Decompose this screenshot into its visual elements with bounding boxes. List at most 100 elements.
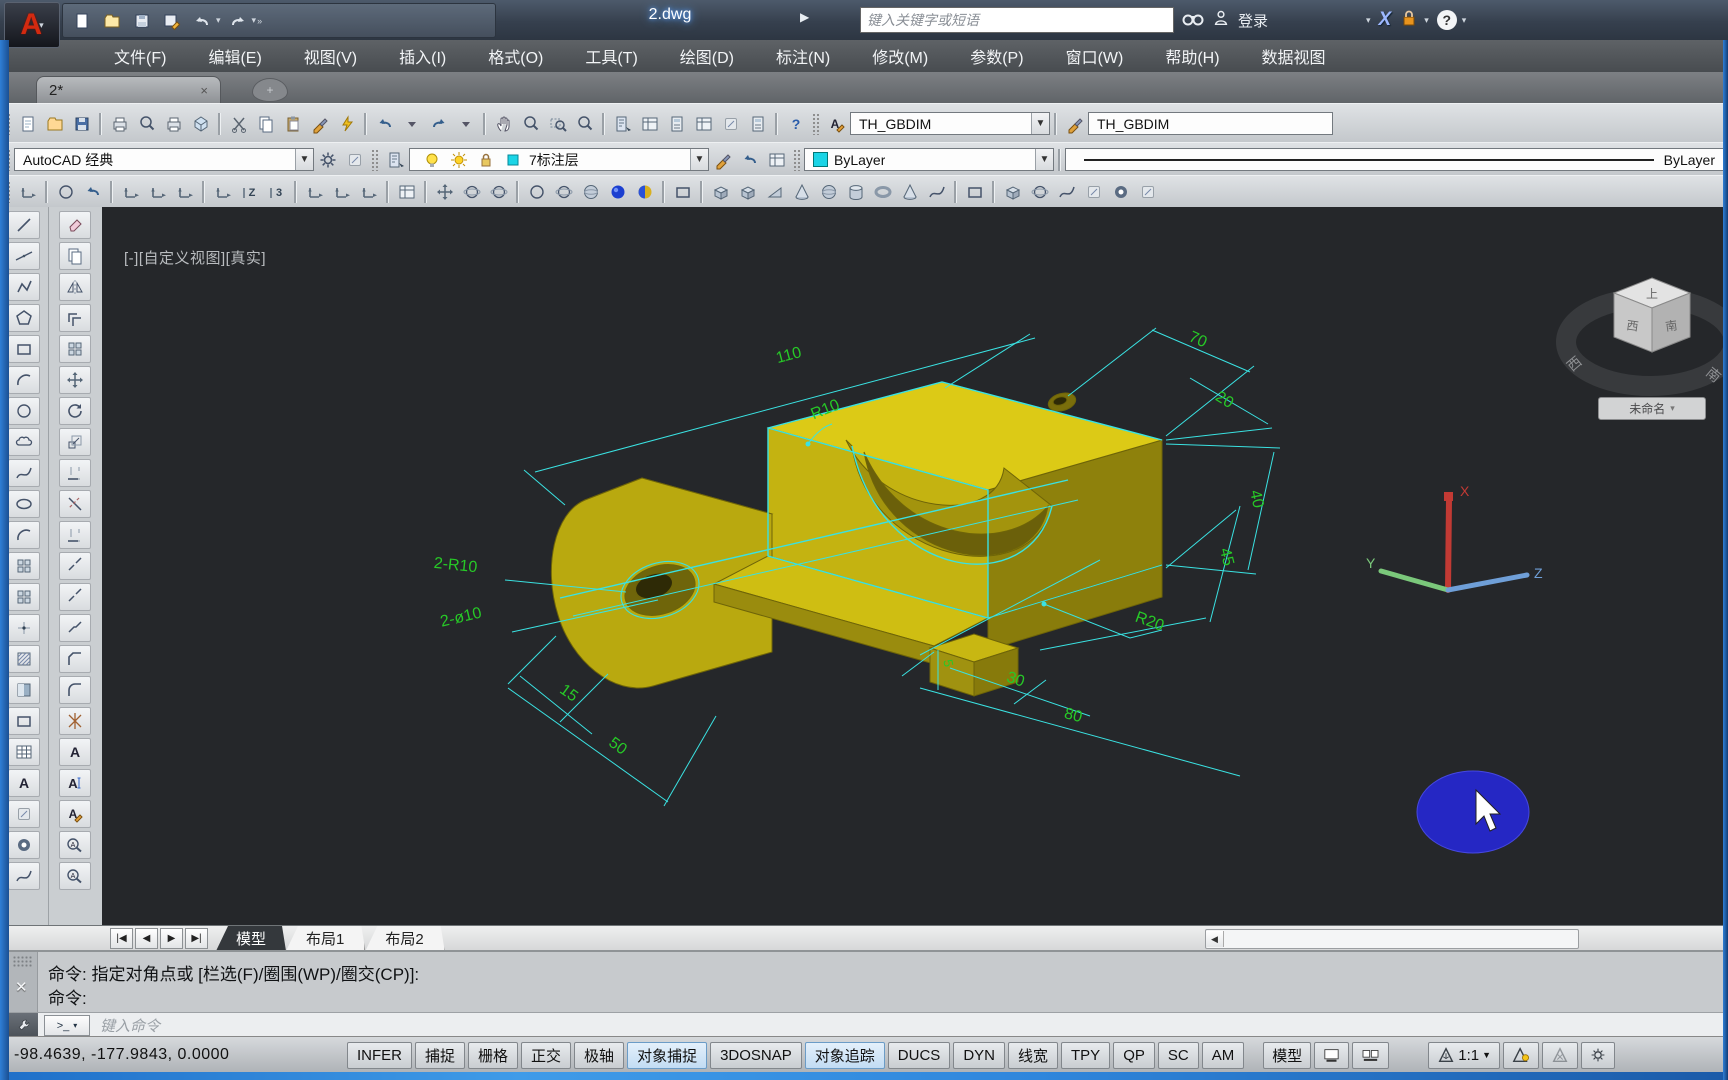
toolbar-grip[interactable]: [793, 148, 801, 171]
menu-item[interactable]: 标注(N): [770, 41, 836, 71]
tab-nav-prev-icon[interactable]: ◀: [135, 928, 158, 949]
chamfer-icon[interactable]: [59, 645, 92, 673]
viewcube-face-south[interactable]: 南: [1664, 317, 1678, 334]
model-space-button[interactable]: 模型: [1263, 1041, 1312, 1069]
new-tab-button[interactable]: +: [252, 78, 288, 102]
region-icon[interactable]: [7, 707, 40, 735]
single-line-text-icon[interactable]: A: [59, 769, 92, 797]
planar-surface-icon[interactable]: [961, 179, 988, 206]
dim-style-icon[interactable]: [1061, 110, 1088, 137]
menu-item[interactable]: 窗口(W): [1060, 41, 1130, 71]
drawing-viewport[interactable]: 110 R10 70 20 40 45 R20 2-R10 2-ø10 15 5…: [102, 207, 1724, 925]
chevron-down-icon[interactable]: ▼: [295, 149, 313, 170]
annotation-visibility-icon[interactable]: [1503, 1041, 1540, 1069]
status-toggle-AM[interactable]: AM: [1201, 1041, 1245, 1069]
workspace-save-icon[interactable]: [341, 146, 368, 173]
revolve-icon[interactable]: [1026, 179, 1053, 206]
signin-dropdown-icon[interactable]: ▾: [1366, 15, 1371, 26]
layer-freeze-sun-icon[interactable]: [445, 146, 472, 173]
status-gear-icon[interactable]: [1581, 1041, 1616, 1069]
arc-icon[interactable]: [7, 366, 40, 394]
toolbar-grip[interactable]: [812, 112, 820, 135]
ucs-icon[interactable]: [14, 179, 41, 206]
cylinder-icon[interactable]: [842, 179, 869, 206]
point-icon[interactable]: [7, 614, 40, 642]
mirror-icon[interactable]: [59, 273, 92, 301]
customize-button[interactable]: [9, 1013, 38, 1037]
status-toggle-DUCS[interactable]: DUCS: [887, 1041, 951, 1069]
viewcube-face-top[interactable]: 上: [1646, 287, 1658, 301]
join-icon[interactable]: [59, 614, 92, 642]
ucs-object-icon[interactable]: [117, 179, 144, 206]
find-icon[interactable]: A: [59, 831, 92, 859]
close-icon[interactable]: ✕: [15, 978, 28, 996]
plot-preview-icon[interactable]: [133, 110, 160, 137]
search-binoculars-icon[interactable]: [1182, 9, 1204, 31]
section-plane-icon[interactable]: [669, 179, 696, 206]
spell-check-icon[interactable]: A: [59, 862, 92, 890]
torus-icon[interactable]: [869, 179, 896, 206]
menu-item[interactable]: 参数(P): [964, 41, 1029, 71]
quick-select-icon[interactable]: [333, 110, 360, 137]
polysolid-icon[interactable]: [707, 179, 734, 206]
tab-nav-next-icon[interactable]: ▶: [160, 928, 183, 949]
text-style-combo[interactable]: TH_GBDIM ▼: [850, 112, 1050, 135]
undo-list-icon[interactable]: [398, 110, 425, 137]
stretch-icon[interactable]: [59, 459, 92, 487]
hatch-icon[interactable]: [7, 645, 40, 673]
copy-clip-icon[interactable]: [252, 110, 279, 137]
explode-icon[interactable]: [59, 707, 92, 735]
tab-model[interactable]: 模型: [216, 926, 286, 951]
help-dropdown-icon[interactable]: ▾: [1462, 15, 1467, 26]
zoom-previous-icon[interactable]: [571, 110, 598, 137]
menu-item[interactable]: 数据视图: [1256, 41, 1332, 71]
vs-realistic-icon[interactable]: [604, 179, 631, 206]
status-toggle-捕捉[interactable]: 捕捉: [415, 1041, 466, 1069]
qat-redo-icon[interactable]: [225, 8, 251, 34]
wedge-icon[interactable]: [761, 179, 788, 206]
vs-wireframe-icon[interactable]: [550, 179, 577, 206]
array-icon[interactable]: [59, 335, 92, 363]
qnew-icon[interactable]: [14, 110, 41, 137]
status-toggle-栅格[interactable]: 栅格: [468, 1041, 519, 1069]
coordinates-readout[interactable]: -98.4639, -177.9843, 0.0000: [14, 1046, 344, 1064]
publish-icon[interactable]: [160, 110, 187, 137]
ucs-x-icon[interactable]: [301, 179, 328, 206]
ucs-previous-icon[interactable]: [79, 179, 106, 206]
trim-icon[interactable]: [59, 490, 92, 518]
ucs-3point-icon[interactable]: 3: [263, 179, 290, 206]
open-icon[interactable]: [41, 110, 68, 137]
helix-2d-icon[interactable]: [7, 862, 40, 890]
break-at-point-icon[interactable]: [59, 552, 92, 580]
menu-item[interactable]: 插入(I): [393, 41, 452, 71]
ucs-face-icon[interactable]: [144, 179, 171, 206]
command-prompt-button[interactable]: >_ ▾: [44, 1015, 90, 1036]
offset-icon[interactable]: [59, 304, 92, 332]
sheet-set-manager-icon[interactable]: [690, 110, 717, 137]
tab-layout1[interactable]: 布局1: [286, 926, 365, 951]
menu-item[interactable]: 编辑(E): [202, 41, 267, 71]
vs-hidden-icon[interactable]: [577, 179, 604, 206]
quick-view-layouts-icon[interactable]: [1314, 1041, 1350, 1069]
sweep-icon[interactable]: [1053, 179, 1080, 206]
command-input[interactable]: 键入命令: [100, 1015, 160, 1036]
lock-icon[interactable]: [1399, 8, 1419, 33]
viewcube-unnamed-badge[interactable]: 未命名 ▾: [1598, 397, 1706, 420]
gradient-icon[interactable]: [7, 676, 40, 704]
box-icon[interactable]: [734, 179, 761, 206]
exchange-apps-icon[interactable]: X: [1379, 9, 1392, 31]
erase-icon[interactable]: [59, 211, 92, 239]
workspace-settings-icon[interactable]: [314, 146, 341, 173]
layer-states-icon[interactable]: [763, 146, 790, 173]
status-toggle-INFER[interactable]: INFER: [347, 1041, 412, 1069]
menu-item[interactable]: 格式(O): [482, 41, 549, 71]
polygon-icon[interactable]: [7, 304, 40, 332]
status-toggle-极轴[interactable]: 极轴: [574, 1041, 625, 1069]
lock-dropdown-icon[interactable]: ▾: [1424, 15, 1429, 26]
add-selected-icon[interactable]: [7, 800, 40, 828]
donut-icon[interactable]: [7, 831, 40, 859]
layer-lock-icon[interactable]: [472, 146, 499, 173]
redo-dropdown-icon[interactable]: ▾: [252, 15, 257, 26]
status-toggle-3DOSNAP[interactable]: 3DOSNAP: [710, 1041, 802, 1069]
extend-icon[interactable]: [59, 521, 92, 549]
